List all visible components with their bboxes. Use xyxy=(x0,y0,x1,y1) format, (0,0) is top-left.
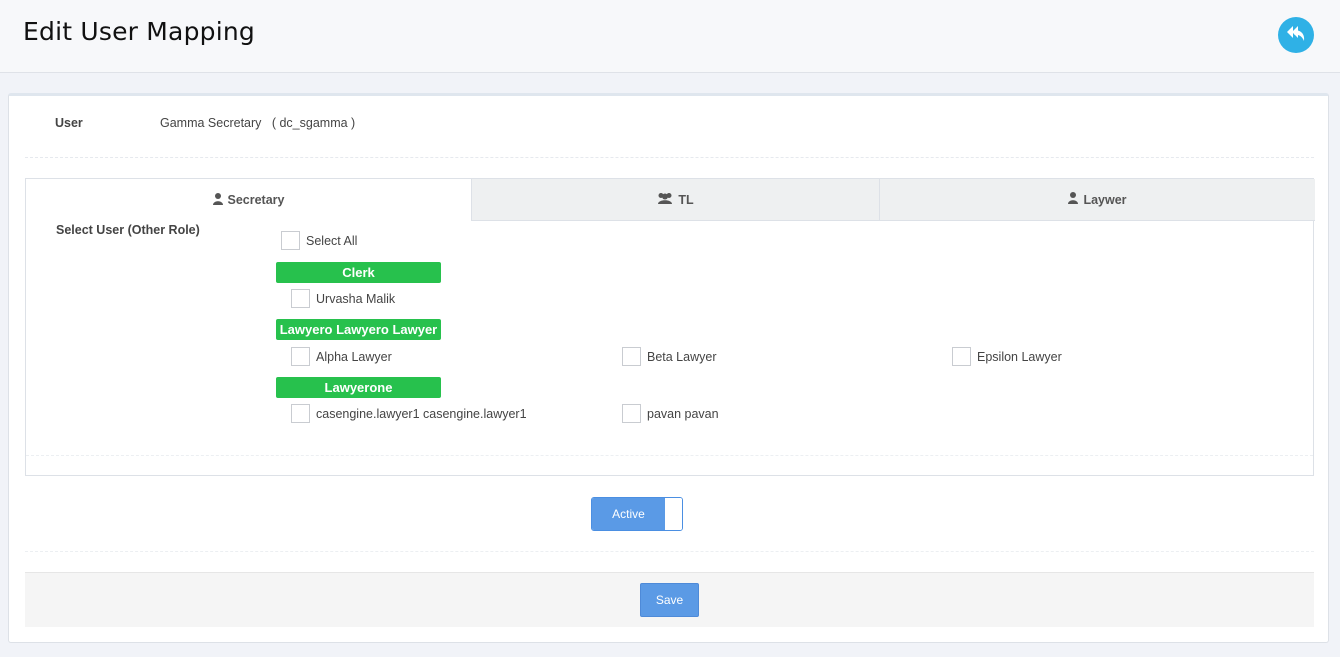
save-button[interactable]: Save xyxy=(640,583,699,617)
user-name: casengine.lawyer1 casengine.lawyer1 xyxy=(316,406,527,421)
divider xyxy=(25,551,1314,552)
user-checkbox-beta-lawyer[interactable]: Beta Lawyer xyxy=(622,347,716,366)
checkbox[interactable] xyxy=(281,231,300,250)
checkbox[interactable] xyxy=(291,289,310,308)
user-name: pavan pavan xyxy=(647,406,719,421)
checkbox[interactable] xyxy=(291,404,310,423)
user-checkbox-pavan-pavan[interactable]: pavan pavan xyxy=(622,404,719,423)
user-icon xyxy=(1068,192,1079,207)
select-all-checkbox[interactable]: Select All xyxy=(281,231,357,250)
user-checkbox-urvasha-malik[interactable]: Urvasha Malik xyxy=(291,289,395,308)
select-user-label: Select User (Other Role) xyxy=(56,223,200,237)
tab-label: TL xyxy=(678,192,694,207)
select-all-label: Select All xyxy=(306,233,358,248)
tab-label: Secretary xyxy=(227,193,285,207)
page-title: Edit User Mapping xyxy=(23,17,255,46)
checkbox[interactable] xyxy=(622,347,641,366)
role-tabs-panel: Secretary TL Laywer Select User (Other R… xyxy=(25,178,1315,476)
user-icon xyxy=(212,192,223,208)
user-name: Beta Lawyer xyxy=(647,349,717,364)
checkbox[interactable] xyxy=(952,347,971,366)
group-badge-lawyero: Lawyero Lawyero Lawyer xyxy=(276,319,441,340)
mapping-card: User Gamma Secretary ( dc_sgamma ) Secre… xyxy=(8,93,1329,643)
back-button[interactable] xyxy=(1278,17,1314,53)
divider xyxy=(25,157,1314,158)
tab-label: Laywer xyxy=(1083,192,1127,207)
user-value: Gamma Secretary ( dc_sgamma ) xyxy=(160,116,356,130)
tab-laywer[interactable]: Laywer xyxy=(880,179,1315,221)
page-header: Edit User Mapping xyxy=(0,0,1340,73)
user-name: Epsilon Lawyer xyxy=(977,349,1062,364)
tab-secretary[interactable]: Secretary xyxy=(26,179,472,221)
toggle-on-label: Active xyxy=(592,498,665,530)
users-icon xyxy=(657,192,673,207)
user-checkbox-casengine-lawyer1[interactable]: casengine.lawyer1 casengine.lawyer1 xyxy=(291,404,527,423)
user-name: Urvasha Malik xyxy=(316,291,396,306)
user-checkbox-epsilon-lawyer[interactable]: Epsilon Lawyer xyxy=(952,347,1062,366)
form-footer: Save xyxy=(25,572,1314,627)
group-badge-lawyerone: Lawyerone xyxy=(276,377,441,398)
user-label: User xyxy=(55,116,83,130)
checkbox[interactable] xyxy=(291,347,310,366)
tab-tl[interactable]: TL xyxy=(472,179,880,221)
reply-icon xyxy=(1285,23,1307,48)
status-toggle[interactable]: Active xyxy=(591,497,683,531)
group-badge-clerk: Clerk xyxy=(276,262,441,283)
divider xyxy=(26,455,1313,456)
user-checkbox-alpha-lawyer[interactable]: Alpha Lawyer xyxy=(291,347,392,366)
user-name: Alpha Lawyer xyxy=(316,349,392,364)
toggle-handle[interactable] xyxy=(665,498,682,530)
checkbox[interactable] xyxy=(622,404,641,423)
